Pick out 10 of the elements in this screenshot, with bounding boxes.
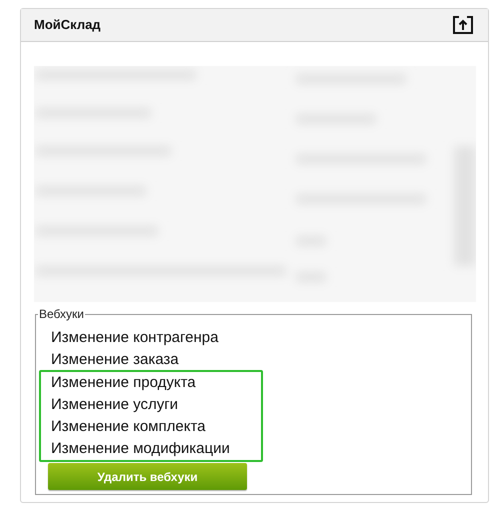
upload-icon[interactable] xyxy=(452,15,474,35)
delete-webhooks-button[interactable]: Удалить вебхуки xyxy=(48,463,247,490)
webhook-item: Изменение комплекта xyxy=(50,417,206,437)
group-legend: Вебхуки xyxy=(38,305,85,323)
webhook-item: Изменение модификации xyxy=(50,439,230,459)
webhook-item: Изменение продукта xyxy=(50,373,196,393)
webhook-item: Изменение услуги xyxy=(50,395,178,415)
webhook-item: Изменение контрагенра xyxy=(50,328,218,348)
panel-title: МойСклад xyxy=(34,16,101,34)
webhook-item: Изменение заказа xyxy=(50,350,179,370)
